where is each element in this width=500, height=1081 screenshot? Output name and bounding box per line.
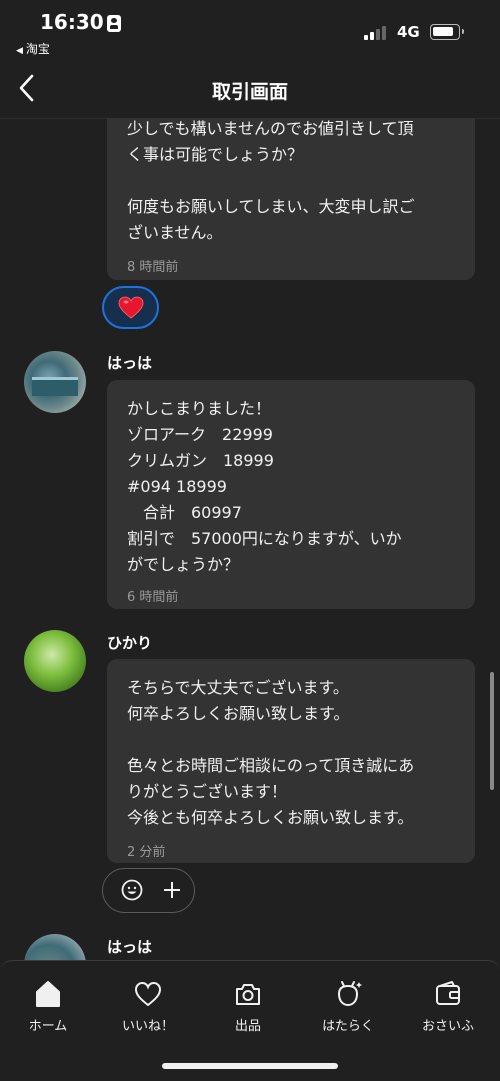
nav-work[interactable]: はたらく xyxy=(298,979,398,1034)
avatar[interactable] xyxy=(24,934,86,960)
network-type: 4G xyxy=(397,23,420,41)
message-line: りがとうございます！ xyxy=(127,782,288,801)
nav-label: 出品 xyxy=(234,1019,261,1034)
back-to-app-link[interactable]: ◀ 淘宝 xyxy=(16,40,50,57)
back-app-label: 淘宝 xyxy=(25,42,50,56)
message-line: く事は可能でしょうか？ xyxy=(127,145,304,164)
add-reaction-icon[interactable] xyxy=(161,879,183,901)
message-line: 何卒よろしくお願い致します。 xyxy=(127,704,350,723)
avatar[interactable] xyxy=(24,630,86,692)
chat-thread[interactable]: 少しでも構いませんのでお値引きして頂 く事は可能でしょうか？ 何度もお願いしてし… xyxy=(0,118,500,960)
nav-label: ホーム xyxy=(28,1019,68,1034)
scrollbar[interactable] xyxy=(490,672,494,790)
message-line: 今後とも何卒よろしくお願い致します。 xyxy=(127,808,414,827)
heart-reaction[interactable] xyxy=(102,286,159,329)
nav-label: はたらく xyxy=(322,1019,374,1034)
heart-icon xyxy=(134,981,162,1007)
wallet-icon xyxy=(436,981,460,1005)
message-line: かしこまりました！ xyxy=(127,399,272,418)
message-line: ざいません。 xyxy=(127,223,223,242)
status-time: 16:30 xyxy=(40,10,104,34)
nav-home[interactable]: ホーム xyxy=(0,979,98,1034)
message-line: 少しでも構いませんのでお値引きして頂 xyxy=(127,119,414,138)
message-line: そちらで大丈夫でございます。 xyxy=(127,678,349,697)
heart-icon xyxy=(118,296,144,319)
header: 取引画面 xyxy=(0,62,500,119)
signal-icon xyxy=(364,26,388,40)
message-bubble: そちらで大丈夫でございます。 何卒よろしくお願い致します。 色々とお時間ご相談に… xyxy=(107,659,475,863)
message-bubble: かしこまりました！ ゾロアーク 22999 クリムガン 18999 #094 1… xyxy=(107,380,475,609)
message-line: クリムガン 18999 xyxy=(127,451,274,470)
sender-name: ひかり xyxy=(107,634,153,652)
home-icon xyxy=(36,981,60,1007)
message-line: がでしょうか？ xyxy=(127,555,240,574)
sparkle-bag-icon xyxy=(337,981,362,1007)
nav-wallet[interactable]: おさいふ xyxy=(398,979,498,1034)
message-timestamp: 6 時間前 xyxy=(127,590,179,605)
sender-name: はっは xyxy=(107,354,153,372)
nav-sell[interactable]: 出品 xyxy=(198,979,298,1034)
home-indicator[interactable] xyxy=(162,1063,338,1069)
back-triangle-icon: ◀ xyxy=(16,46,23,56)
message-line: #094 18999 xyxy=(127,477,227,496)
sender-name: はっは xyxy=(107,938,153,956)
nav-label: おさいふ xyxy=(421,1019,474,1034)
message-timestamp: 8 時間前 xyxy=(127,260,179,275)
id-card-icon xyxy=(107,15,121,32)
message-line: 合計 60997 xyxy=(127,503,242,522)
battery-icon xyxy=(430,24,464,40)
message-line: 色々とお時間ご相談にのって頂き誠にあ xyxy=(127,756,415,775)
nav-likes[interactable]: いいね！ xyxy=(98,979,198,1034)
message-line: ゾロアーク 22999 xyxy=(127,425,273,444)
nav-label: いいね！ xyxy=(121,1019,174,1034)
avatar[interactable] xyxy=(24,351,86,413)
page-title: 取引画面 xyxy=(211,81,288,103)
reaction-bar xyxy=(102,868,195,913)
message-line: 割引で 57000円になりますが、いか xyxy=(127,529,402,548)
camera-icon xyxy=(236,984,260,1005)
smile-icon[interactable] xyxy=(121,879,143,901)
message-timestamp: 2 分前 xyxy=(127,845,166,860)
message-bubble: 少しでも構いませんのでお値引きして頂 く事は可能でしょうか？ 何度もお願いしてし… xyxy=(107,118,475,280)
message-line: 何度もお願いしてしまい、大変申し訳ご xyxy=(127,197,415,216)
status-bar: 16:30 ◀ 淘宝 4G xyxy=(0,0,500,62)
